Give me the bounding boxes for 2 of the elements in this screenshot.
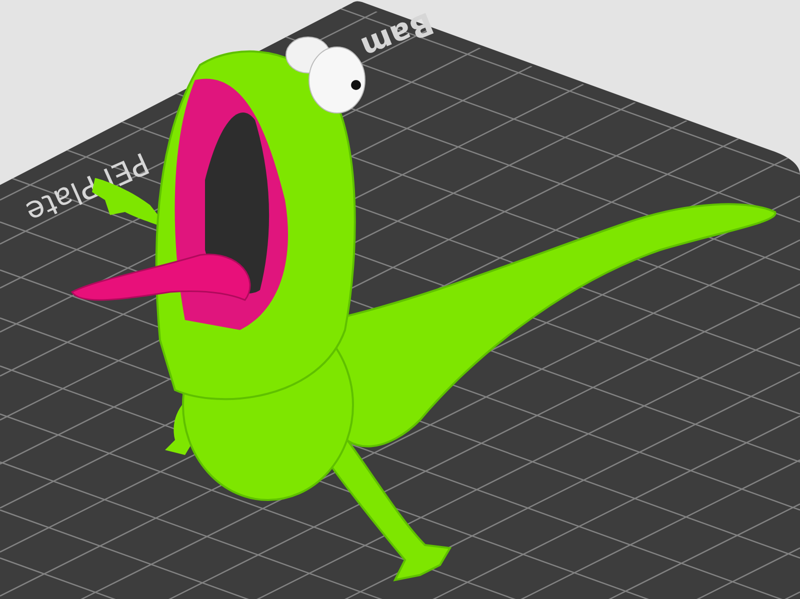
plate-label: Bam — [356, 4, 438, 65]
plate-label: PEI Plate — [20, 144, 154, 230]
